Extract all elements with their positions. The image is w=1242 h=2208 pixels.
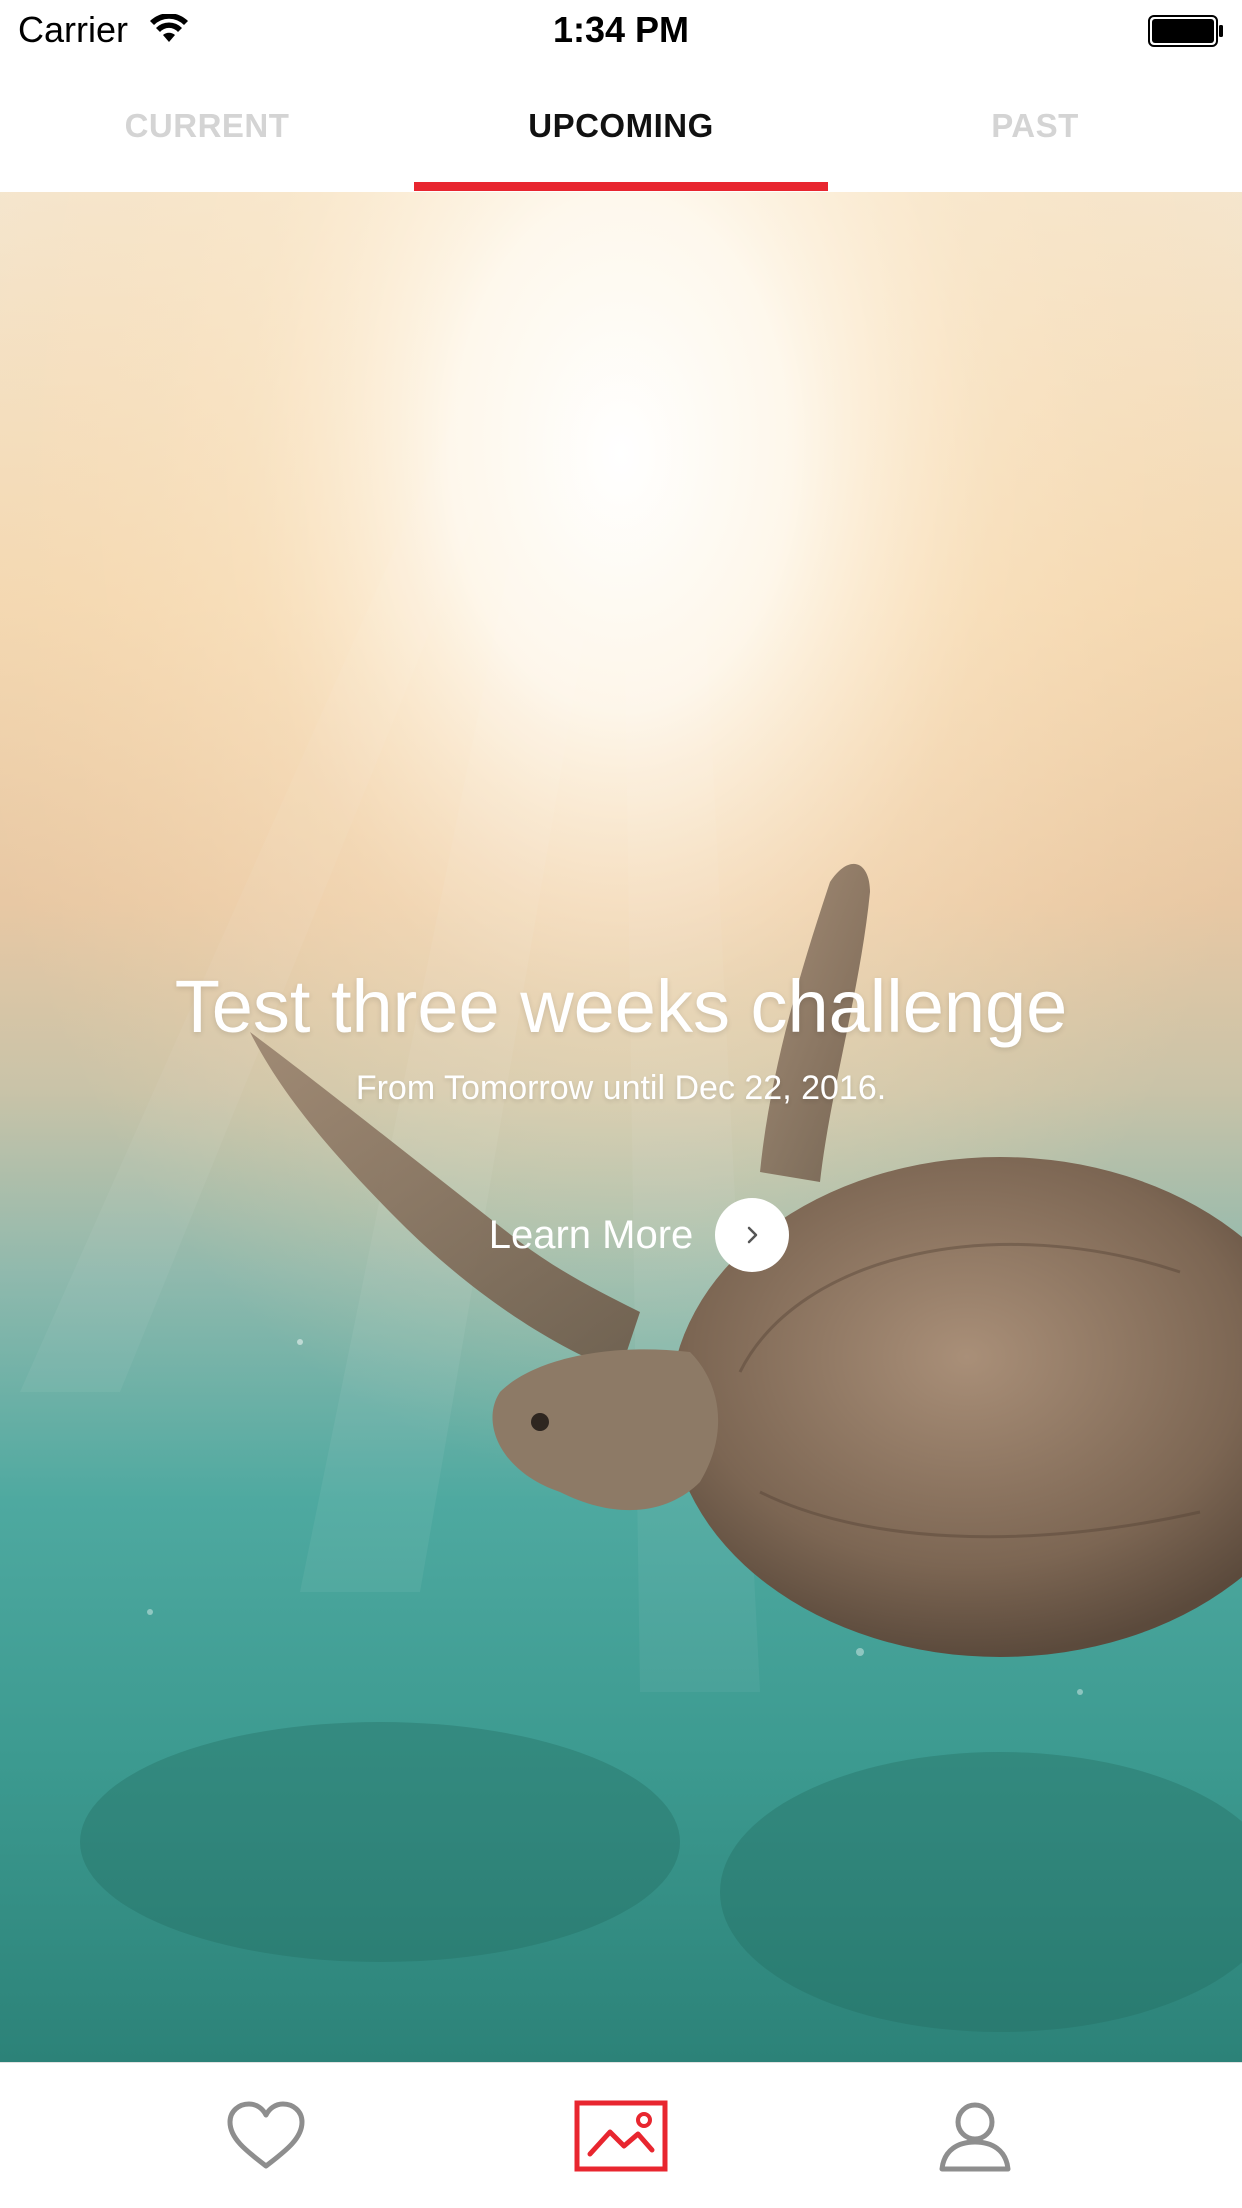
- learn-more-label: Learn More: [488, 1213, 694, 1257]
- clock: 1:34 PM: [552, 9, 690, 50]
- learn-more-button[interactable]: Learn More: [453, 1198, 790, 1272]
- challenge-dates: From Tomorrow until Dec 22, 2016.: [355, 1069, 887, 1107]
- heart-icon: [227, 2101, 305, 2169]
- tab-bar-challenges[interactable]: [414, 2063, 828, 2208]
- tab-upcoming[interactable]: UPCOMING: [414, 60, 828, 192]
- segment-tabs: CURRENT UPCOMING PAST: [0, 60, 1242, 192]
- picture-icon: [574, 2100, 668, 2172]
- tab-current[interactable]: CURRENT: [0, 60, 414, 192]
- status-bar: Carrier 1:34 PM: [0, 0, 1242, 60]
- battery-icon: [1148, 15, 1223, 47]
- challenge-title: Test three weeks challenge: [174, 965, 1068, 1048]
- tab-past[interactable]: PAST: [828, 60, 1242, 192]
- hero-content: Test three weeks challenge From Tomorrow…: [0, 962, 1242, 1272]
- person-icon: [939, 2102, 1011, 2172]
- active-tab-indicator: [414, 182, 828, 191]
- bottom-tab-bar: [0, 2062, 1242, 2208]
- screen: Carrier 1:34 PM CURRENT UPCOMING PAST Te…: [0, 0, 1242, 2208]
- chevron-right-icon: [715, 1198, 790, 1272]
- challenge-hero[interactable]: Test three weeks challenge From Tomorrow…: [0, 192, 1242, 2062]
- tab-bar-profile[interactable]: [768, 2063, 1182, 2208]
